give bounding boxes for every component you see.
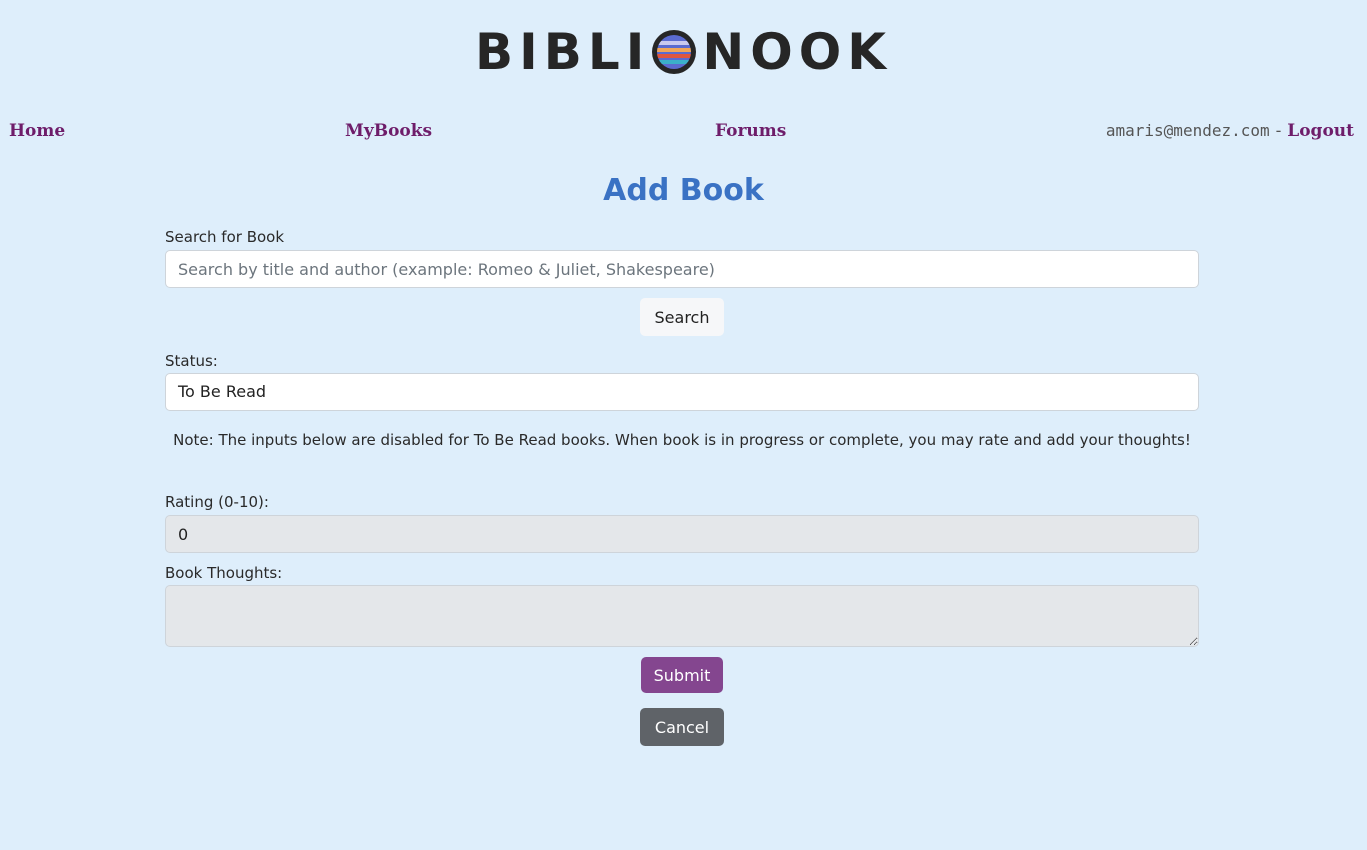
submit-button[interactable]: Submit <box>641 657 723 693</box>
logo-text-left: BIBLI <box>475 23 651 81</box>
user-separator: - <box>1275 121 1282 140</box>
nav-mybooks-link[interactable]: MyBooks <box>345 118 432 144</box>
status-label: Status: <box>165 352 218 370</box>
main-nav: Home MyBooks Forums amaris@mendez.com - … <box>0 118 1367 144</box>
page-title: Add Book <box>603 173 764 208</box>
logo-text-right: NOOK <box>702 23 892 81</box>
brand-logo: BIBLI NOOK <box>0 22 1367 82</box>
thoughts-label: Book Thoughts: <box>165 564 283 582</box>
search-button[interactable]: Search <box>640 298 724 336</box>
nav-home-link[interactable]: Home <box>9 118 65 144</box>
nav-forums-link[interactable]: Forums <box>715 118 786 144</box>
status-select[interactable]: To Be Read <box>165 373 1199 411</box>
search-label: Search for Book <box>165 228 285 246</box>
user-info: amaris@mendez.com - Logout <box>1106 118 1354 144</box>
status-selected-value: To Be Read <box>178 382 267 401</box>
user-email: amaris@mendez.com <box>1105 121 1270 140</box>
logout-link[interactable]: Logout <box>1287 121 1354 141</box>
search-input[interactable] <box>165 250 1199 288</box>
rating-label: Rating (0-10): <box>165 493 269 511</box>
bookshelf-badge-icon <box>652 30 697 74</box>
book-thoughts-textarea[interactable] <box>165 585 1199 647</box>
cancel-button[interactable]: Cancel <box>640 708 724 746</box>
rating-input[interactable] <box>165 515 1199 553</box>
disabled-inputs-note: Note: The inputs below are disabled for … <box>173 431 1191 449</box>
